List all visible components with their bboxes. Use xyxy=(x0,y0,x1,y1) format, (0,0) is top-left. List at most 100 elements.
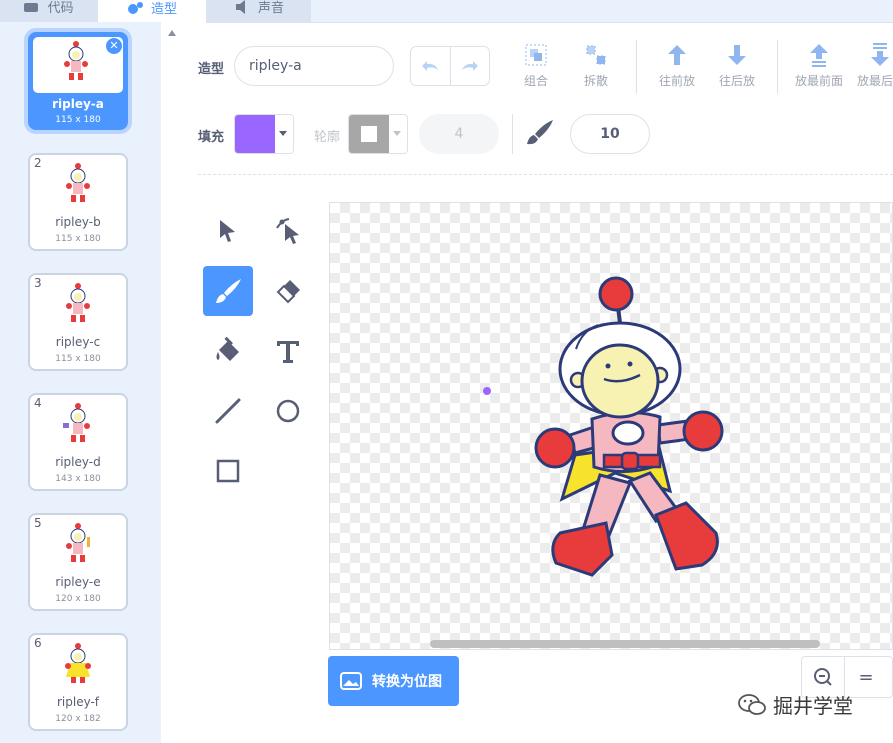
circle-tool[interactable] xyxy=(263,386,313,436)
fill-color-swatch xyxy=(235,115,275,153)
redo-icon xyxy=(461,61,478,71)
arrow-top-icon xyxy=(810,44,828,67)
line-icon xyxy=(215,398,241,424)
tab-sounds[interactable]: 声音 xyxy=(207,0,311,22)
wechat-icon xyxy=(738,693,766,715)
arrow-cursor-icon xyxy=(220,220,235,242)
text-tool[interactable] xyxy=(263,326,313,376)
brush-tool[interactable] xyxy=(203,266,253,316)
outline-width-input[interactable]: 4 xyxy=(419,114,499,154)
costume-item-6[interactable]: 6 ripley-f 120 x 182 xyxy=(28,633,128,731)
costume-name: ripley-b xyxy=(55,215,101,229)
backward-button[interactable]: 往后放 xyxy=(707,42,767,89)
costume-size: 115 x 180 xyxy=(55,234,101,244)
costume-name: ripley-e xyxy=(55,575,101,589)
costume-name-input[interactable]: ripley-a xyxy=(234,46,394,86)
toolbar-separator xyxy=(198,174,893,175)
costume-number: 6 xyxy=(34,636,42,650)
costume-brush-icon xyxy=(127,1,143,14)
arrow-bottom-icon xyxy=(871,43,889,66)
tab-code[interactable]: 代码 xyxy=(0,0,97,22)
ripley-costume-drawing xyxy=(483,276,724,577)
costume-number: 3 xyxy=(34,276,42,290)
undo-button[interactable] xyxy=(411,47,451,85)
arrow-down-icon xyxy=(728,45,746,65)
costume-size: 120 x 180 xyxy=(55,594,101,604)
ripley-thumb-icon xyxy=(65,643,91,683)
toolbar-divider xyxy=(777,40,778,94)
costume-item-1[interactable]: 1 ✕ ripley-a 115 x 180 xyxy=(28,32,128,130)
arrow-up-icon xyxy=(668,45,686,65)
code-icon xyxy=(24,2,39,12)
fill-color-picker[interactable] xyxy=(234,114,294,154)
eraser-tool[interactable] xyxy=(263,266,313,316)
convert-to-bitmap-button[interactable]: 转换为位图 xyxy=(328,656,459,706)
canvas-horizontal-scrollbar[interactable] xyxy=(430,640,820,648)
tab-sounds-label: 声音 xyxy=(257,1,284,16)
reshape-tool[interactable] xyxy=(263,206,313,256)
costume-number: 5 xyxy=(34,516,42,530)
reshape-cursor-icon xyxy=(276,218,299,244)
line-tool[interactable] xyxy=(203,386,253,436)
costume-name: ripley-c xyxy=(55,335,101,349)
costume-size: 120 x 182 xyxy=(55,714,101,724)
backward-label: 往后放 xyxy=(718,74,755,88)
forward-button[interactable]: 往前放 xyxy=(647,42,707,89)
watermark: 掘井学堂 xyxy=(737,690,853,719)
toolbar-divider xyxy=(636,40,637,94)
costume-list-scrollbar[interactable] xyxy=(161,22,183,743)
costume-item-3[interactable]: 3 ripley-c 115 x 180 xyxy=(28,273,128,371)
costume-item-5[interactable]: 5 ripley-e 120 x 180 xyxy=(28,513,128,611)
text-t-icon xyxy=(277,341,299,363)
costume-size: 115 x 180 xyxy=(55,354,101,364)
paint-bucket-icon xyxy=(216,336,239,361)
tab-bar: 代码 造型 声音 xyxy=(0,0,893,23)
costume-item-4[interactable]: 4 ripley-d 143 x 180 xyxy=(28,393,128,491)
rectangle-tool[interactable] xyxy=(203,446,253,496)
send-to-back-button[interactable]: 放最后 xyxy=(849,42,893,89)
outline-color-picker[interactable] xyxy=(348,114,408,154)
chevron-down-icon xyxy=(279,131,287,136)
undo-redo-group xyxy=(410,46,490,86)
tab-costumes[interactable]: 造型 xyxy=(97,0,207,23)
circle-icon xyxy=(276,399,300,423)
undo-icon xyxy=(422,61,439,71)
redo-button[interactable] xyxy=(451,47,490,85)
select-tool[interactable] xyxy=(203,206,253,256)
group-label: 组合 xyxy=(523,74,548,88)
costume-name: ripley-f xyxy=(56,695,100,709)
speaker-icon xyxy=(235,0,245,14)
group-button[interactable]: 组合 xyxy=(506,42,566,89)
bring-to-front-button[interactable]: 放最前面 xyxy=(789,42,849,89)
costume-item-2[interactable]: 2 ripley-b 115 x 180 xyxy=(28,153,128,251)
tab-costumes-label: 造型 xyxy=(150,2,177,17)
toolbar-divider xyxy=(512,114,513,154)
group-icon xyxy=(525,44,547,66)
ungroup-label: 拆散 xyxy=(583,74,608,88)
ripley-thumb-icon xyxy=(66,283,90,322)
tab-code-label: 代码 xyxy=(47,1,74,16)
convert-label: 转换为位图 xyxy=(372,674,442,690)
rectangle-icon xyxy=(216,459,240,483)
ungroup-button[interactable]: 拆散 xyxy=(566,42,626,89)
fill-tool[interactable] xyxy=(203,326,253,376)
costume-size: 115 x 180 xyxy=(55,115,101,125)
ripley-thumb-icon xyxy=(66,523,90,562)
costume-number: 4 xyxy=(34,396,42,410)
ungroup-icon xyxy=(586,45,606,65)
chevron-down-icon xyxy=(393,131,401,136)
costume-size: 143 x 180 xyxy=(55,474,101,484)
ripley-thumb-icon xyxy=(66,163,90,202)
brush-size-icon xyxy=(527,120,553,145)
delete-costume-icon[interactable]: ✕ xyxy=(106,38,122,54)
brush-size-input[interactable]: 10 xyxy=(570,114,650,154)
costume-name: ripley-a xyxy=(52,97,104,111)
costume-name: ripley-d xyxy=(55,455,101,469)
back-label: 放最后 xyxy=(857,74,893,88)
paint-canvas[interactable] xyxy=(329,202,893,650)
fill-label: 填充 xyxy=(198,130,225,145)
bitmap-image-icon xyxy=(340,672,362,690)
ripley-thumb-icon xyxy=(64,41,88,80)
outline-color-swatch xyxy=(349,115,389,153)
scroll-up-arrow-icon[interactable] xyxy=(168,30,176,36)
